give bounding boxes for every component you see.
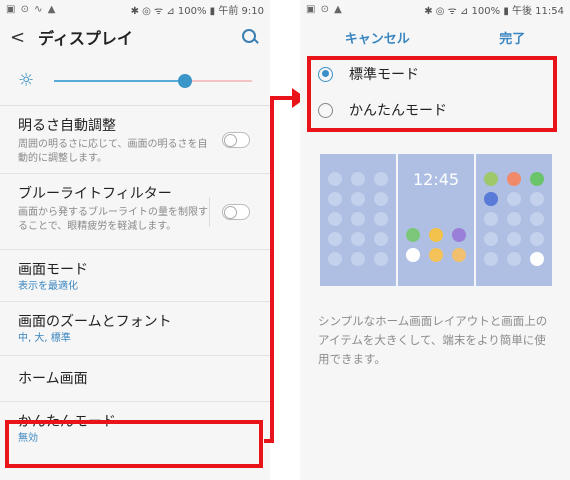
status-bar-right: ▣ ⊙ ▲ ✱ ◎ ᯤ ⊿ 100% ▮ 午後 11:54 (300, 0, 570, 18)
home-screen-item[interactable]: ホーム画面 (0, 356, 270, 402)
blue-light-desc: 画面から発するブルーライトの量を制限することで、眼精疲労を軽減します。 (18, 207, 208, 232)
auto-brightness-desc: 周囲の明るさに応じて、画面の明るさを自動的に調整します。 (18, 139, 208, 164)
notification-icons-right: ▣ ⊙ ▲ (306, 3, 343, 15)
zoom-font-title: 画面のズームとフォント (18, 314, 172, 330)
status-right: ✱ ◎ ᯤ ⊿ 100% ▮ 午前 9:10 (130, 5, 264, 17)
notification-icons: ▣ ⊙ ∿ ▲ (6, 3, 57, 15)
preview-page-2: 12:45 (398, 154, 474, 286)
blue-light-filter-item[interactable]: ブルーライトフィルター 画面から発するブルーライトの量を制限することで、眼精疲労… (0, 174, 270, 250)
brightness-slider[interactable]: ☼ (0, 56, 270, 106)
cancel-button[interactable]: キャンセル (345, 28, 410, 47)
auto-brightness-item[interactable]: 明るさ自動調整 周囲の明るさに応じて、画面の明るさを自動的に調整します。 (0, 106, 270, 174)
action-bar: キャンセル 完了 (300, 18, 570, 56)
brightness-icon: ☼ (18, 70, 35, 91)
back-icon[interactable]: < (10, 27, 32, 48)
auto-brightness-title: 明るさ自動調整 (18, 118, 116, 134)
home-screen-title: ホーム画面 (18, 371, 88, 387)
auto-brightness-toggle[interactable] (222, 131, 250, 148)
easy-mode-highlight (5, 420, 263, 468)
brightness-handle[interactable] (177, 73, 192, 88)
preview-page-3 (476, 154, 552, 286)
page-title: ディスプレイ (38, 29, 133, 48)
display-settings-screen: ▣ ⊙ ∿ ▲ ✱ ◎ ᯤ ⊿ 100% ▮ 午前 9:10 < ディスプレイ … (0, 0, 270, 480)
zoom-font-item[interactable]: 画面のズームとフォント 中, 大, 標準 (0, 302, 270, 356)
status-bar: ▣ ⊙ ∿ ▲ ✱ ◎ ᯤ ⊿ 100% ▮ 午前 9:10 (0, 0, 270, 18)
mode-preview-image: 12:45 (320, 154, 552, 286)
status-right-2: ✱ ◎ ᯤ ⊿ 100% ▮ 午後 11:54 (424, 5, 564, 17)
blue-light-toggle[interactable] (222, 203, 250, 220)
easy-mode-description: シンプルなホーム画面レイアウトと画面上のアイテムを大きくして、端末をより簡単に使… (318, 314, 548, 366)
preview-page-1 (320, 154, 396, 286)
blue-light-title: ブルーライトフィルター (18, 186, 172, 202)
brightness-track[interactable] (54, 73, 252, 88)
done-button[interactable]: 完了 (499, 28, 525, 47)
screen-mode-title: 画面モード (18, 262, 88, 278)
search-icon[interactable] (240, 27, 260, 47)
brightness-fill (54, 79, 185, 82)
divider (209, 196, 210, 227)
mode-options-highlight (307, 56, 557, 132)
zoom-font-sub: 中, 大, 標準 (18, 333, 71, 344)
screen-mode-item[interactable]: 画面モード 表示を最適化 (0, 250, 270, 302)
screen-mode-sub: 表示を最適化 (18, 281, 78, 292)
app-bar: < ディスプレイ (0, 18, 270, 56)
preview-clock: 12:45 (412, 170, 460, 189)
